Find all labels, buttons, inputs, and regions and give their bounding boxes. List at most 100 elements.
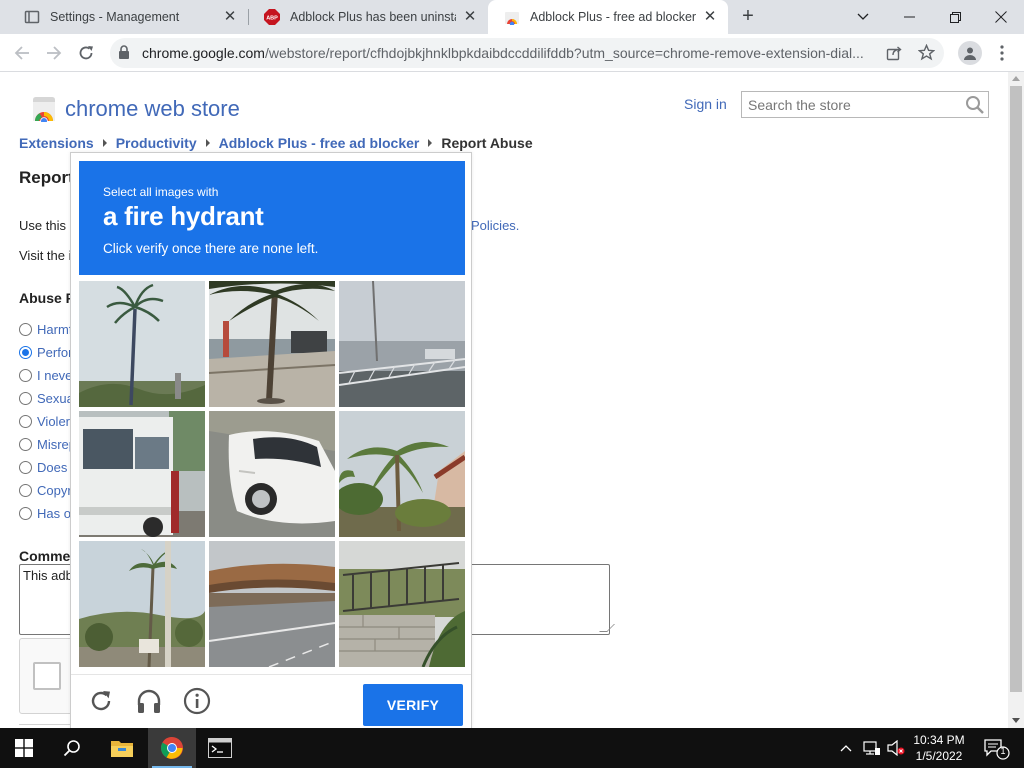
headphones-icon[interactable] xyxy=(134,686,164,716)
notification-center-icon[interactable]: 1 xyxy=(984,738,1010,763)
share-icon[interactable] xyxy=(886,45,902,64)
radio-button[interactable] xyxy=(19,391,32,405)
chrome-taskbar-icon[interactable] xyxy=(148,728,196,768)
palm-house-tile[interactable] xyxy=(339,411,465,537)
radio-button[interactable] xyxy=(19,322,32,336)
radio-button[interactable] xyxy=(19,460,32,474)
palm-tree-tile[interactable] xyxy=(79,281,205,407)
abuse-option[interactable]: Perfor xyxy=(19,343,72,361)
radio-button[interactable] xyxy=(19,437,32,451)
close-window-icon[interactable] xyxy=(978,0,1024,34)
close-icon[interactable]: ✕ xyxy=(222,9,238,25)
radio-button-selected[interactable] xyxy=(19,345,32,359)
gear-icon xyxy=(24,9,40,25)
overpass-road-tile[interactable] xyxy=(209,541,335,667)
abuse-option[interactable]: Copyr xyxy=(19,481,72,499)
url-host: chrome.google.com xyxy=(142,45,265,61)
volume-muted-icon[interactable] xyxy=(886,738,906,758)
chevron-up-icon[interactable] xyxy=(838,738,854,758)
captcha-instructions: Select all images with a fire hydrant Cl… xyxy=(79,161,465,275)
captcha-challenge-dialog: Select all images with a fire hydrant Cl… xyxy=(70,152,472,729)
abuse-option-label[interactable]: Has o xyxy=(37,506,71,521)
divider xyxy=(19,724,71,725)
sign-in-link[interactable]: Sign in xyxy=(684,96,727,112)
search-icon[interactable] xyxy=(965,95,985,118)
abuse-option[interactable]: Does xyxy=(19,458,67,476)
radio-button[interactable] xyxy=(19,506,32,520)
chrome-web-store-logo-icon[interactable] xyxy=(30,94,58,125)
bridge-railing-tile[interactable] xyxy=(339,281,465,407)
page-heading: Report xyxy=(19,168,74,187)
white-car-tile[interactable] xyxy=(209,411,335,537)
tab-settings[interactable]: Settings - Management ✕ xyxy=(8,0,248,34)
bookmark-star-icon[interactable] xyxy=(917,43,936,64)
recaptcha-checkbox[interactable] xyxy=(33,662,61,690)
profile-avatar-icon[interactable] xyxy=(958,41,982,65)
abuse-option-label[interactable]: Harmf xyxy=(37,322,72,337)
reload-icon[interactable] xyxy=(74,41,98,65)
tab-webstore[interactable]: Adblock Plus - free ad blocker - ✕ xyxy=(488,0,728,34)
white-van-tile[interactable] xyxy=(79,411,205,537)
tab-search-chevron-icon[interactable] xyxy=(840,0,886,34)
search-icon[interactable] xyxy=(48,728,96,768)
back-icon[interactable] xyxy=(10,41,34,65)
breadcrumb-separator-icon xyxy=(205,139,210,147)
abuse-option[interactable]: Sexua xyxy=(19,389,74,407)
palm-hillside-tile[interactable] xyxy=(79,541,205,667)
scrollbar-thumb[interactable] xyxy=(1010,86,1022,692)
abuse-option[interactable]: Has o xyxy=(19,504,71,522)
page-scrollbar[interactable] xyxy=(1008,72,1024,728)
abuse-option-label[interactable]: I neve xyxy=(37,368,72,383)
close-icon[interactable]: ✕ xyxy=(702,9,718,25)
file-explorer-icon[interactable] xyxy=(98,728,146,768)
minimize-icon[interactable] xyxy=(886,0,932,34)
resize-grip-icon[interactable] xyxy=(599,624,615,632)
breadcrumb-extension[interactable]: Adblock Plus - free ad blocker xyxy=(219,135,420,151)
lock-icon[interactable] xyxy=(118,45,130,63)
abuse-option[interactable]: Harmf xyxy=(19,320,72,338)
restore-icon[interactable] xyxy=(932,0,978,34)
abuse-option[interactable]: Misrep xyxy=(19,435,76,453)
system-clock[interactable]: 10:34 PM 1/5/2022 xyxy=(904,732,974,764)
captcha-image-grid xyxy=(79,281,465,667)
store-title[interactable]: chrome web store xyxy=(65,96,240,122)
address-bar[interactable]: chrome.google.com/webstore/report/cfhdoj… xyxy=(110,38,944,68)
stone-wall-fence-tile[interactable] xyxy=(339,541,465,667)
start-windows-icon[interactable] xyxy=(0,728,48,768)
abuse-option-label[interactable]: Sexua xyxy=(37,391,74,406)
tab-abp-uninstalled[interactable]: ABP Adblock Plus has been uninstalle ✕ xyxy=(248,0,488,34)
tab-title: Adblock Plus - free ad blocker - xyxy=(530,10,696,24)
radio-button[interactable] xyxy=(19,414,32,428)
palm-street-tile[interactable] xyxy=(209,281,335,407)
captcha-footer: VERIFY xyxy=(71,674,471,728)
terminal-icon[interactable] xyxy=(196,728,244,768)
policies-link[interactable]: Policies. xyxy=(471,218,519,233)
clock-time: 10:34 PM xyxy=(913,733,965,747)
scroll-up-arrow-icon[interactable] xyxy=(1012,76,1020,81)
abuse-option-label[interactable]: Copyr xyxy=(37,483,72,498)
info-icon[interactable] xyxy=(182,686,212,716)
reload-challenge-icon[interactable] xyxy=(86,686,116,716)
search-input[interactable] xyxy=(742,92,962,117)
forward-icon[interactable] xyxy=(42,41,66,65)
windows-taskbar: 10:34 PM 1/5/2022 1 xyxy=(0,728,1024,768)
abuse-option[interactable]: I neve xyxy=(19,366,72,384)
new-tab-button[interactable]: + xyxy=(736,5,760,29)
scroll-down-arrow-icon[interactable] xyxy=(1012,718,1020,723)
breadcrumb-productivity[interactable]: Productivity xyxy=(116,135,197,151)
store-search-box[interactable] xyxy=(741,91,989,118)
network-icon[interactable] xyxy=(862,738,882,758)
abuse-option-label[interactable]: Perfor xyxy=(37,345,72,360)
captcha-prompt-small: Select all images with xyxy=(103,185,219,199)
tab-title: Settings - Management xyxy=(50,10,180,24)
abuse-option[interactable]: Violer xyxy=(19,412,70,430)
chrome-menu-icon[interactable] xyxy=(994,42,1010,64)
radio-button[interactable] xyxy=(19,483,32,497)
verify-button[interactable]: VERIFY xyxy=(363,684,463,726)
close-icon[interactable]: ✕ xyxy=(462,9,478,25)
intro-text: Use this xyxy=(19,218,66,233)
radio-button[interactable] xyxy=(19,368,32,382)
abuse-option-label[interactable]: Does xyxy=(37,460,67,475)
abuse-option-label[interactable]: Violer xyxy=(37,414,70,429)
breadcrumb-extensions[interactable]: Extensions xyxy=(19,135,94,151)
